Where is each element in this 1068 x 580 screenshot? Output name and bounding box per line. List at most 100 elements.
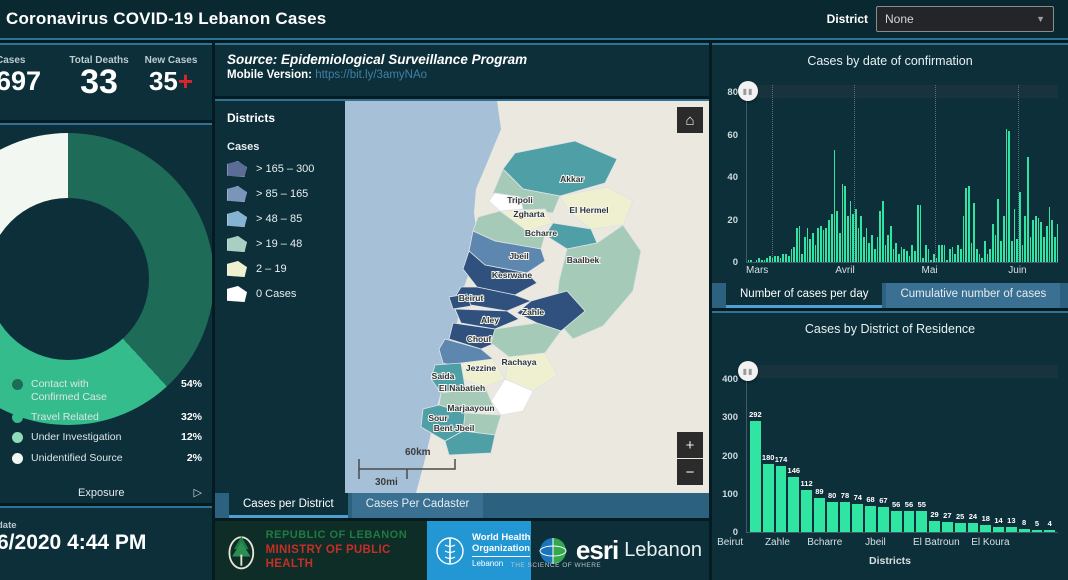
daily-bar[interactable] — [760, 259, 763, 262]
district-bar[interactable]: 25 — [954, 512, 966, 532]
map[interactable]: Akkar Tripoli Zgharta El Hermel Bcharre Baalb… — [345, 101, 709, 518]
daily-bar[interactable] — [1010, 240, 1013, 262]
daily-bar[interactable] — [1051, 219, 1053, 262]
daily-bar[interactable] — [903, 249, 906, 262]
daily-bar[interactable] — [951, 247, 954, 262]
daily-bar[interactable] — [860, 215, 863, 262]
daily-bar[interactable] — [919, 205, 922, 262]
daily-bar[interactable] — [833, 150, 836, 262]
map-tab[interactable]: Cases Per Cadaster — [351, 493, 484, 518]
daily-bar[interactable] — [763, 259, 766, 262]
daily-bar[interactable] — [911, 245, 914, 262]
daily-bar[interactable] — [879, 211, 881, 262]
daily-bar[interactable] — [820, 226, 822, 262]
district-area[interactable] — [490, 322, 562, 358]
daily-bar[interactable] — [1037, 217, 1040, 262]
daily-bar[interactable] — [801, 253, 803, 262]
daily-bar[interactable] — [908, 255, 911, 262]
daily-bar[interactable] — [992, 224, 994, 262]
daily-bar[interactable] — [1045, 226, 1048, 262]
daily-bar[interactable] — [822, 230, 825, 262]
daily-bar[interactable] — [881, 200, 884, 262]
daily-chart-plot[interactable]: ▮▮ — [738, 81, 1059, 263]
district-select[interactable]: None ▼ — [876, 6, 1054, 32]
daily-bar[interactable] — [852, 213, 854, 262]
daily-bar[interactable] — [889, 226, 892, 262]
daily-bar[interactable] — [959, 249, 962, 262]
daily-bar[interactable] — [876, 236, 879, 262]
daily-bar[interactable] — [1040, 221, 1043, 262]
district-bar[interactable]: 8 — [1018, 518, 1030, 532]
daily-bar[interactable] — [973, 203, 975, 262]
daily-bar[interactable] — [957, 245, 959, 262]
daily-bar[interactable] — [838, 232, 841, 262]
daily-bar[interactable] — [932, 253, 935, 262]
daily-bar[interactable] — [830, 213, 833, 262]
daily-bar[interactable] — [1000, 240, 1002, 262]
daily-bar[interactable] — [747, 259, 750, 262]
district-bar[interactable]: 55 — [916, 500, 928, 532]
daily-bar[interactable] — [892, 249, 895, 262]
daily-bar[interactable] — [755, 259, 758, 262]
daily-bar[interactable] — [1013, 209, 1016, 262]
daily-bar[interactable] — [803, 236, 806, 262]
district-bar[interactable]: 68 — [865, 495, 876, 532]
daily-bar[interactable] — [981, 257, 983, 262]
map-home-button[interactable]: ⌂ — [677, 107, 703, 133]
daily-bar[interactable] — [873, 249, 876, 262]
district-bar[interactable]: 112 — [801, 479, 813, 532]
daily-bar[interactable] — [855, 209, 857, 262]
daily-chart-tab[interactable]: Number of cases per day — [726, 283, 883, 308]
district-bar[interactable]: 180 — [762, 453, 774, 532]
daily-bar[interactable] — [935, 257, 938, 262]
district-bar[interactable]: 67 — [877, 496, 889, 532]
daily-bar[interactable] — [846, 215, 849, 262]
daily-bar[interactable] — [1027, 156, 1029, 262]
daily-bar[interactable] — [927, 249, 930, 262]
daily-bar[interactable] — [906, 251, 908, 262]
daily-bar[interactable] — [975, 249, 978, 262]
daily-bar[interactable] — [984, 240, 986, 262]
map-zoom-out-button[interactable]: − — [677, 459, 703, 485]
daily-bar[interactable] — [825, 228, 828, 262]
district-bar[interactable]: 5 — [1031, 519, 1043, 532]
daily-bar[interactable] — [1029, 236, 1032, 262]
mobile-version-link[interactable]: https://bit.ly/3amyNAo — [315, 69, 427, 81]
daily-bar[interactable] — [930, 259, 932, 262]
exposure-legend-item[interactable]: Unidentified Source 2% — [12, 452, 202, 465]
daily-bar[interactable] — [863, 236, 865, 262]
daily-bar[interactable] — [777, 255, 779, 262]
exposure-legend-item[interactable]: Under Investigation 12% — [12, 431, 202, 444]
daily-bar[interactable] — [946, 259, 949, 262]
daily-bar[interactable] — [1035, 215, 1037, 262]
daily-bar[interactable] — [814, 245, 817, 262]
daily-bar[interactable] — [817, 228, 820, 262]
daily-bar[interactable] — [849, 200, 852, 262]
lebanon-choropleth-map[interactable]: Akkar Tripoli Zgharta El Hermel Bcharre Baalb… — [345, 101, 709, 493]
daily-bar[interactable] — [965, 188, 967, 262]
daily-bar[interactable] — [868, 243, 871, 262]
daily-bar[interactable] — [941, 245, 943, 262]
daily-bar[interactable] — [900, 247, 903, 262]
daily-bar[interactable] — [774, 255, 777, 262]
daily-bar[interactable] — [1032, 219, 1035, 262]
daily-bar[interactable] — [844, 186, 846, 262]
daily-bar[interactable] — [798, 226, 801, 262]
district-bar[interactable]: 13 — [1005, 516, 1017, 532]
daily-bar[interactable] — [787, 255, 790, 262]
daily-bar[interactable] — [994, 234, 997, 262]
daily-bar[interactable] — [887, 234, 889, 262]
district-bar[interactable]: 56 — [903, 500, 915, 532]
daily-bar[interactable] — [836, 211, 838, 262]
district-bar[interactable]: 18 — [980, 514, 992, 532]
daily-bar[interactable] — [750, 259, 752, 262]
daily-bar[interactable] — [1002, 215, 1005, 262]
daily-bar[interactable] — [1021, 245, 1024, 262]
daily-bar[interactable] — [793, 247, 795, 262]
daily-bar[interactable] — [769, 255, 771, 262]
daily-bar[interactable] — [1024, 215, 1026, 262]
daily-bar[interactable] — [898, 253, 900, 262]
daily-bar[interactable] — [978, 253, 981, 262]
daily-bar[interactable] — [986, 253, 989, 262]
district-bar[interactable]: 292 — [749, 410, 762, 532]
